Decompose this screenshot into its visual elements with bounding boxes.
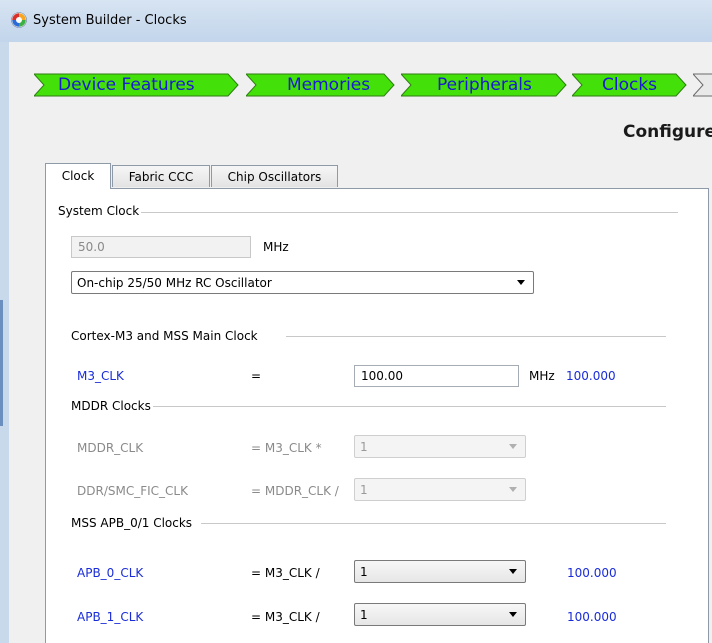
mddr-clk-expression: = M3_CLK * (251, 441, 322, 455)
select-value: 1 (360, 608, 368, 622)
chevron-down-icon (509, 487, 517, 492)
page-heading: Configure (623, 122, 712, 142)
ddr-smc-fic-clk-expression: = MDDR_CLK / (251, 484, 339, 498)
group-separator (286, 336, 666, 337)
ddr-smc-fic-clk-label: DDR/SMC_FIC_CLK (77, 484, 188, 498)
system-clock-source-select[interactable]: On-chip 25/50 MHz RC Oscillator (71, 271, 534, 294)
m3-clk-operator: = (251, 369, 262, 383)
m3-clk-label: M3_CLK (77, 369, 124, 383)
wizard-step-peripherals[interactable]: Peripherals (401, 73, 568, 97)
chevron-down-icon (509, 569, 517, 574)
wizard-step-clocks[interactable]: Clocks (572, 73, 688, 97)
title-bar: System Builder - Clocks (0, 0, 712, 43)
main-area: Device Features Memories Peripherals Clo… (9, 42, 712, 643)
apb-0-clk-label: APB_0_CLK (77, 566, 144, 580)
chevron-down-icon (517, 280, 525, 285)
window-title: System Builder - Clocks (33, 13, 187, 28)
group-separator (151, 406, 666, 407)
apb-1-clk-divider-select[interactable]: 1 (354, 603, 526, 626)
select-value: 1 (360, 483, 368, 497)
m3-clk-actual: 100.000 (566, 369, 616, 383)
app-logo-icon (11, 12, 27, 28)
tab-label: Chip Oscillators (227, 170, 322, 184)
chevron-down-icon (509, 444, 517, 449)
chevron-down-icon (509, 612, 517, 617)
wizard-step-memories[interactable]: Memories (246, 73, 396, 97)
tab-chip-oscillators[interactable]: Chip Oscillators (211, 165, 338, 187)
mddr-clk-multiplier-select[interactable]: 1 (354, 435, 526, 458)
tab-clock[interactable]: Clock (45, 163, 111, 189)
mddr-clk-label: MDDR_CLK (77, 441, 144, 455)
step-arrow-shape (693, 73, 712, 97)
group-label-system-clock: System Clock (58, 204, 142, 218)
apb-1-clk-expression: = M3_CLK / (251, 610, 320, 624)
wizard-step-next[interactable] (693, 73, 712, 97)
window-left-border (0, 42, 9, 643)
m3-clk-frequency-input[interactable]: 100.00 (354, 365, 519, 387)
apb-1-clk-label: APB_1_CLK (77, 610, 144, 624)
apb-1-clk-actual: 100.000 (567, 610, 617, 624)
wizard-step-label: Memories (287, 75, 371, 95)
select-value: 1 (360, 440, 368, 454)
m3-clk-unit: MHz (529, 369, 555, 383)
wizard-step-label: Clocks (602, 75, 658, 95)
group-separator (96, 212, 678, 213)
select-value: On-chip 25/50 MHz RC Oscillator (77, 276, 272, 290)
select-value: 1 (360, 565, 368, 579)
group-label-m3: Cortex-M3 and MSS Main Clock (71, 329, 260, 343)
apb-0-clk-divider-select[interactable]: 1 (354, 560, 526, 583)
system-clock-frequency-field[interactable]: 50.0 (71, 236, 251, 258)
wizard-step-device-features[interactable]: Device Features (34, 73, 240, 97)
tab-label: Clock (61, 169, 95, 183)
group-separator (201, 523, 666, 524)
wizard-step-label: Peripherals (437, 75, 532, 95)
group-label-mddr: MDDR Clocks (71, 399, 153, 413)
apb-0-clk-actual: 100.000 (567, 566, 617, 580)
wizard-step-label: Device Features (58, 75, 195, 95)
apb-0-clk-expression: = M3_CLK / (251, 566, 320, 580)
tab-label: Fabric CCC (128, 170, 194, 184)
clock-tab-panel: System Clock 50.0 MHz On-chip 25/50 MHz … (45, 188, 709, 643)
group-label-apb: MSS APB_0/1 Clocks (71, 516, 195, 530)
ddr-smc-fic-clk-divider-select[interactable]: 1 (354, 478, 526, 501)
tab-fabric-ccc[interactable]: Fabric CCC (112, 165, 210, 187)
system-clock-unit: MHz (263, 240, 289, 254)
